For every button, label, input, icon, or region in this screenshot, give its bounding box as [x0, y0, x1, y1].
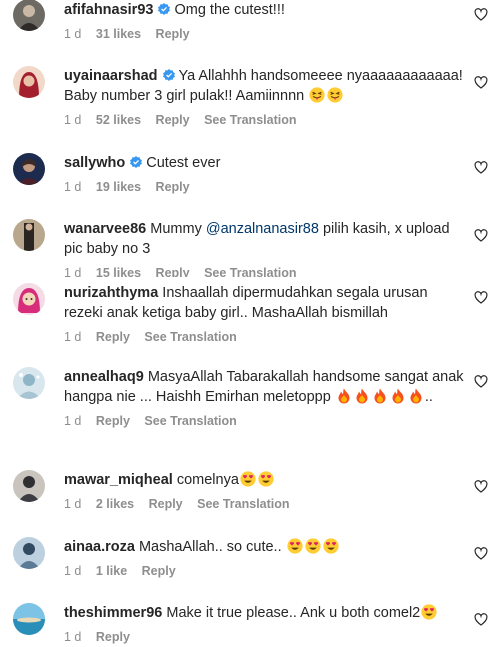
comments-list: { "verified_color": "#3897f0", "comments…: [0, 0, 500, 647]
reply-button[interactable]: Reply: [156, 266, 190, 277]
avatar[interactable]: [13, 0, 45, 31]
comment-text: Cutest ever: [146, 155, 221, 171]
comment-time: 1 d: [64, 180, 82, 194]
heart-eyes-emoji-icon: [240, 471, 256, 487]
fire-emoji-icon: [354, 388, 370, 404]
heart-eyes-emoji-icon: [258, 471, 274, 487]
reply-button[interactable]: Reply: [142, 564, 176, 578]
fire-emoji-icon: [372, 388, 388, 404]
comment-time: 1 d: [64, 414, 82, 428]
comment-time: 1 d: [64, 113, 82, 127]
comment-text: comelnya: [176, 472, 239, 488]
verified-badge-icon: [129, 155, 143, 169]
like-heart-icon[interactable]: [474, 375, 488, 388]
reply-button[interactable]: Reply: [156, 180, 190, 194]
heart-eyes-emoji-icon: [323, 538, 339, 554]
comment-time: 1 d: [64, 630, 82, 644]
heart-eyes-emoji-icon: [287, 538, 303, 554]
avatar[interactable]: [13, 219, 45, 251]
username[interactable]: annealhaq9: [64, 369, 144, 385]
heart-eyes-emoji-icon: [305, 538, 321, 554]
username[interactable]: uyainaarshad: [64, 68, 158, 84]
see-translation-link[interactable]: See Translation: [204, 266, 296, 277]
like-heart-icon[interactable]: [474, 76, 488, 89]
like-heart-icon[interactable]: [474, 8, 488, 21]
avatar[interactable]: [13, 603, 45, 635]
reply-button[interactable]: Reply: [96, 330, 130, 344]
see-translation-link[interactable]: See Translation: [197, 497, 289, 511]
like-heart-icon[interactable]: [474, 547, 488, 560]
avatar[interactable]: [13, 367, 45, 399]
reply-button[interactable]: Reply: [156, 27, 190, 41]
comment-text: Make it true please.. Ank u both comel2: [166, 605, 421, 621]
username[interactable]: mawar_miqheal: [64, 472, 173, 488]
reply-button[interactable]: Reply: [96, 414, 130, 428]
comment-time: 1 d: [64, 330, 82, 344]
username[interactable]: nurizahthyma: [64, 285, 158, 301]
like-heart-icon[interactable]: [474, 480, 488, 493]
see-translation-link[interactable]: See Translation: [144, 330, 236, 344]
username[interactable]: sallywho: [64, 155, 125, 171]
avatar[interactable]: [13, 537, 45, 569]
like-heart-icon[interactable]: [474, 161, 488, 174]
like-heart-icon[interactable]: [474, 613, 488, 626]
reply-button[interactable]: Reply: [149, 497, 183, 511]
verified-badge-icon: [162, 68, 176, 82]
likes-count[interactable]: 2 likes: [96, 497, 134, 511]
likes-count[interactable]: 31 likes: [96, 27, 141, 41]
avatar[interactable]: [13, 283, 45, 315]
heart-eyes-emoji-icon: [421, 604, 437, 620]
fire-emoji-icon: [336, 388, 352, 404]
username[interactable]: ainaa.roza: [64, 539, 135, 555]
fire-emoji-icon: [408, 388, 424, 404]
tongue-emoji-icon: [327, 87, 343, 103]
comment-time: 1 d: [64, 497, 82, 511]
comment-text: Omg the cutest!!!: [174, 2, 285, 18]
avatar[interactable]: [13, 470, 45, 502]
comment-text-end: ..: [424, 389, 433, 405]
username[interactable]: theshimmer96: [64, 605, 162, 621]
see-translation-link[interactable]: See Translation: [144, 414, 236, 428]
comment-time: 1 d: [64, 266, 82, 277]
avatar[interactable]: [13, 153, 45, 185]
username[interactable]: wanarvee86: [64, 221, 146, 237]
like-heart-icon[interactable]: [474, 229, 488, 242]
verified-badge-icon: [157, 2, 171, 16]
comment-time: 1 d: [64, 564, 82, 578]
tongue-emoji-icon: [309, 87, 325, 103]
mention-link[interactable]: @anzalnanasir88: [206, 221, 319, 237]
likes-count[interactable]: 15 likes: [96, 266, 141, 277]
username[interactable]: afifahnasir93: [64, 2, 153, 18]
avatar[interactable]: [13, 66, 45, 98]
fire-emoji-icon: [390, 388, 406, 404]
reply-button[interactable]: Reply: [96, 630, 130, 644]
like-heart-icon[interactable]: [474, 291, 488, 304]
reply-button[interactable]: Reply: [156, 113, 190, 127]
see-translation-link[interactable]: See Translation: [204, 113, 296, 127]
likes-count[interactable]: 1 like: [96, 564, 127, 578]
comment-time: 1 d: [64, 27, 82, 41]
likes-count[interactable]: 19 likes: [96, 180, 141, 194]
comment-text: MashaAllah.. so cute..: [138, 539, 282, 555]
likes-count[interactable]: 52 likes: [96, 113, 141, 127]
